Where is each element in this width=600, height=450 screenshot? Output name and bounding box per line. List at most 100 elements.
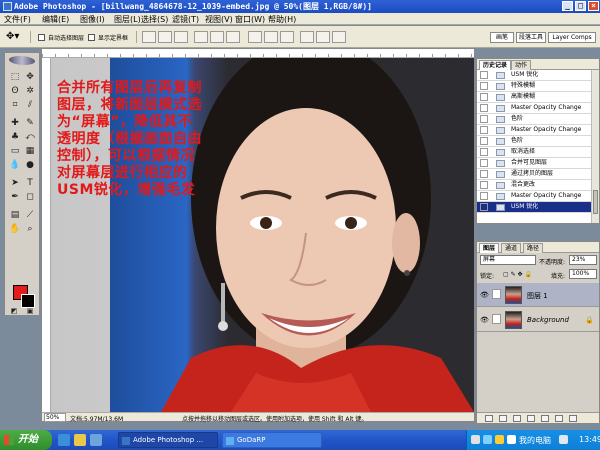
zoom-tool-icon[interactable]: ⌕ bbox=[24, 223, 36, 235]
eye-icon[interactable]: 👁 bbox=[480, 316, 489, 324]
auto-select-layer-checkbox[interactable] bbox=[38, 34, 45, 41]
history-item[interactable]: Master Opacity Change bbox=[477, 125, 591, 136]
menu-window[interactable]: 窗口(W) bbox=[235, 14, 265, 25]
type-tool-icon[interactable]: T bbox=[24, 177, 36, 189]
well-tab-brushes[interactable]: 画笔 bbox=[490, 32, 514, 43]
tab-history[interactable]: 历史记录 bbox=[479, 60, 512, 70]
menu-view[interactable]: 视图(V) bbox=[205, 14, 233, 25]
menu-filter[interactable]: 滤镜(T) bbox=[172, 14, 199, 25]
fill-field[interactable]: 100% bbox=[569, 269, 597, 279]
zoom-field[interactable]: 50% bbox=[44, 413, 66, 422]
history-item[interactable]: 色阶 bbox=[477, 136, 591, 147]
crop-tool-icon[interactable]: ⌗ bbox=[9, 99, 21, 111]
align-left-button[interactable] bbox=[194, 31, 208, 43]
adjustment-layer-icon[interactable] bbox=[541, 415, 549, 422]
menu-layer[interactable]: 图层(L) bbox=[114, 14, 141, 25]
show-bounding-box-checkbox[interactable] bbox=[88, 34, 95, 41]
distribute-bottom-button[interactable] bbox=[280, 31, 294, 43]
trash-icon[interactable] bbox=[569, 415, 577, 422]
history-item[interactable]: 混合更改 bbox=[477, 180, 591, 191]
notes-tool-icon[interactable]: ▤ bbox=[9, 209, 21, 221]
pen-tool-icon[interactable]: ✒ bbox=[9, 191, 21, 203]
layer-style-icon[interactable] bbox=[499, 415, 507, 422]
menu-help[interactable]: 帮助(H) bbox=[268, 14, 296, 25]
lock-icons[interactable]: ▢ ✎ ✥ 🔒 bbox=[503, 271, 532, 278]
eyedropper-tool-icon[interactable]: ⟋ bbox=[24, 209, 36, 221]
layer-mask-icon[interactable] bbox=[513, 415, 521, 422]
lasso-tool-icon[interactable]: ʘ bbox=[9, 85, 21, 97]
align-middle-button[interactable] bbox=[158, 31, 172, 43]
history-item[interactable]: 高斯模糊 bbox=[477, 92, 591, 103]
minimize-button[interactable]: _ bbox=[562, 1, 573, 11]
link-icon[interactable] bbox=[492, 314, 501, 324]
healing-brush-tool-icon[interactable]: ✚ bbox=[9, 117, 21, 129]
eye-icon[interactable]: 👁 bbox=[480, 291, 489, 299]
history-item[interactable]: 通过拷贝的图层 bbox=[477, 169, 591, 180]
new-group-icon[interactable] bbox=[527, 415, 535, 422]
canvas-photo[interactable]: 合并所有图层后再复制图层，将新图层模式选为“屏幕”，降低其不透明度（根据画面自由… bbox=[51, 58, 474, 412]
layer-row-1[interactable]: 👁 图层 1 bbox=[477, 283, 599, 307]
tray-icon[interactable] bbox=[495, 435, 504, 444]
slice-tool-icon[interactable]: ⫽ bbox=[24, 99, 36, 111]
distribute-left-button[interactable] bbox=[300, 31, 314, 43]
history-item[interactable]: 特殊模糊 bbox=[477, 81, 591, 92]
tab-channels[interactable]: 通道 bbox=[501, 243, 522, 253]
clone-stamp-tool-icon[interactable]: ♣ bbox=[9, 131, 21, 143]
menu-image[interactable]: 图像(I) bbox=[80, 14, 105, 25]
ie-icon[interactable] bbox=[58, 434, 70, 446]
align-top-button[interactable] bbox=[142, 31, 156, 43]
tab-actions[interactable]: 动作 bbox=[511, 60, 532, 70]
well-tab-layer-comps[interactable]: Layer Comps bbox=[548, 32, 596, 43]
well-tab-paragraph[interactable]: 段落工具 bbox=[516, 32, 546, 43]
history-item[interactable]: 色阶 bbox=[477, 114, 591, 125]
opacity-field[interactable]: 23% bbox=[569, 255, 597, 265]
link-layers-icon[interactable] bbox=[485, 415, 493, 422]
close-button[interactable]: × bbox=[588, 1, 599, 11]
distribute-right-button[interactable] bbox=[332, 31, 346, 43]
distribute-top-button[interactable] bbox=[248, 31, 262, 43]
brush-tool-icon[interactable]: ✎ bbox=[24, 117, 36, 129]
align-center-button[interactable] bbox=[210, 31, 224, 43]
brush-link-icon[interactable] bbox=[492, 289, 501, 299]
hand-tool-icon[interactable]: ✋ bbox=[9, 223, 21, 235]
dodge-tool-icon[interactable]: ● bbox=[24, 159, 36, 171]
menu-select[interactable]: 选择(S) bbox=[141, 14, 168, 25]
gradient-tool-icon[interactable]: ▦ bbox=[24, 145, 36, 157]
tab-layers[interactable]: 图层 bbox=[479, 243, 500, 253]
task-godarp[interactable]: GoDaRP bbox=[222, 432, 322, 448]
eraser-tool-icon[interactable]: ▭ bbox=[9, 145, 21, 157]
path-selection-tool-icon[interactable]: ➤ bbox=[9, 177, 21, 189]
distribute-middle-button[interactable] bbox=[264, 31, 278, 43]
blend-mode-select[interactable]: 屏幕 bbox=[480, 255, 536, 265]
tray-icon[interactable] bbox=[483, 435, 492, 444]
shape-tool-icon[interactable]: ◻ bbox=[24, 191, 36, 203]
marquee-tool-icon[interactable]: ⬚ bbox=[9, 71, 21, 83]
move-tool-icon[interactable]: ✥ bbox=[24, 71, 36, 83]
history-scrollbar[interactable] bbox=[591, 70, 599, 223]
menu-edit[interactable]: 编辑(E) bbox=[42, 14, 69, 25]
maximize-button[interactable]: □ bbox=[575, 1, 586, 11]
volume-icon[interactable] bbox=[559, 435, 568, 444]
menu-file[interactable]: 文件(F) bbox=[4, 14, 31, 25]
move-tool-icon[interactable]: ✥▾ bbox=[6, 31, 19, 42]
history-item[interactable]: 合并可见图层 bbox=[477, 158, 591, 169]
align-bottom-button[interactable] bbox=[174, 31, 188, 43]
history-item-selected[interactable]: USM 锐化 bbox=[477, 202, 591, 213]
desktop-icon[interactable] bbox=[90, 434, 102, 446]
history-brush-tool-icon[interactable]: ⤺ bbox=[24, 131, 36, 143]
screen-mode-icon[interactable]: ▣ bbox=[24, 305, 36, 317]
blur-tool-icon[interactable]: 💧 bbox=[9, 159, 21, 171]
history-item[interactable]: 取消选择 bbox=[477, 147, 591, 158]
computer-icon[interactable] bbox=[507, 435, 516, 444]
magic-wand-tool-icon[interactable]: ✲ bbox=[24, 85, 36, 97]
scrollbar-thumb[interactable] bbox=[593, 190, 598, 214]
history-item[interactable]: Master Opacity Change bbox=[477, 191, 591, 202]
align-right-button[interactable] bbox=[226, 31, 240, 43]
start-button[interactable]: 开始 bbox=[0, 430, 52, 450]
tab-paths[interactable]: 路径 bbox=[523, 243, 544, 253]
task-photoshop[interactable]: Adobe Photoshop ... bbox=[118, 432, 218, 448]
distribute-center-button[interactable] bbox=[316, 31, 330, 43]
quick-mask-icon[interactable]: ◩ bbox=[8, 305, 20, 317]
history-item[interactable]: Master Opacity Change bbox=[477, 103, 591, 114]
folder-icon[interactable] bbox=[74, 434, 86, 446]
